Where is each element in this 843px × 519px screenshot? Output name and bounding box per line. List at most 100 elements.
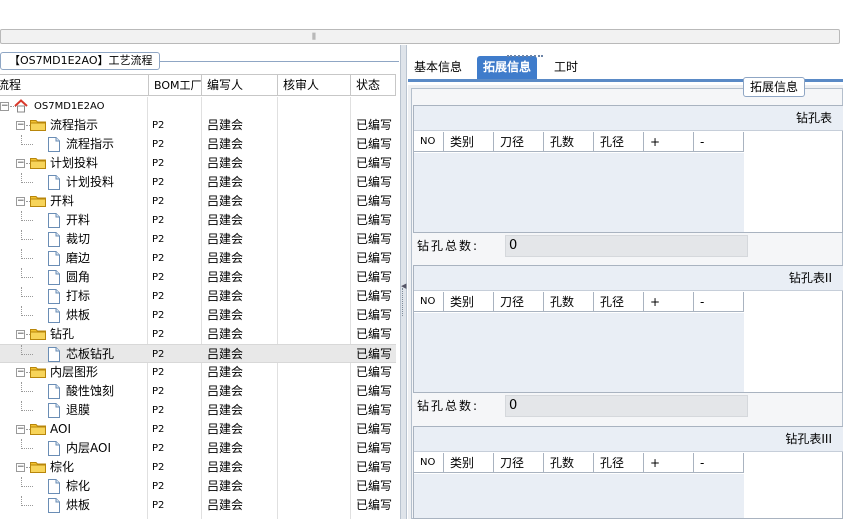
drill-remove-button[interactable]: - [694,453,744,473]
panel-splitter[interactable]: ◀ [400,45,407,519]
tab-basic-info[interactable]: 基本信息 [408,56,468,79]
column-header-status[interactable]: 状态 [351,75,396,96]
tree-node-label: 开料 [50,194,75,208]
scroll-grip-icon[interactable]: ⫼ [309,32,319,41]
extended-info-content: 拓展信息 钻孔表 NO 类别 刀径 孔数 孔径 + - 钻孔总数: 0 钻孔表I… [408,77,843,519]
drill-col-no[interactable]: NO [414,132,444,152]
status-cell: 已编写 [356,175,393,189]
collapse-toggle-icon[interactable]: − [16,425,25,434]
tree-row[interactable]: 计划投料 P2 吕建会 已编写 [0,173,396,192]
drill-table-body[interactable] [414,153,744,232]
drill-add-button[interactable]: + [644,132,694,152]
status-cell: 已编写 [356,498,393,512]
tree-row-selected[interactable]: 芯板钻孔 P2 吕建会 已编写 [0,344,396,363]
drill-remove-button[interactable]: - [694,132,744,152]
tree-connector [21,315,33,316]
drill-table-title: 钻孔表 [414,106,843,131]
tree-row[interactable]: − 计划投料 P2 吕建会 已编写 [0,154,396,173]
process-tree-grid[interactable]: − OS7MD1E2AO − 流程指示 P2 吕建会 已编写 流程指示 P2 吕建会 已编写 − 计划投… [0,97,396,519]
tab-extended-info[interactable]: 拓展信息 [477,55,543,79]
collapse-toggle-icon[interactable]: − [16,368,25,377]
tree-row[interactable]: 酸性蚀刻 P2 吕建会 已编写 [0,382,396,401]
drill-table-body[interactable] [414,474,744,518]
drill-col-hole-count[interactable]: 孔数 [544,453,594,473]
collapse-toggle-icon[interactable]: − [16,330,25,339]
author-cell: 吕建会 [207,251,244,265]
drill-col-type[interactable]: 类别 [444,132,494,152]
document-icon [48,403,60,418]
drill-table-title: 钻孔表II [414,266,843,291]
drill-total-field[interactable]: 0 [505,395,748,417]
tab-extended-info-label: 拓展信息 [483,60,532,74]
drill-col-tool-diameter[interactable]: 刀径 [494,453,544,473]
author-cell: 吕建会 [207,327,244,341]
column-header-bom[interactable]: BOM工厂 [149,75,202,96]
tree-row[interactable]: 烘板 P2 吕建会 已编写 [0,496,396,515]
tree-row[interactable]: 磨边 P2 吕建会 已编写 [0,249,396,268]
document-icon [48,289,60,304]
column-header-author[interactable]: 编写人 [202,75,278,96]
drill-col-hole-diameter[interactable]: 孔径 [594,132,644,152]
tree-row[interactable]: − 开料 P2 吕建会 已编写 [0,192,396,211]
tree-row[interactable]: 流程指示 P2 吕建会 已编写 [0,135,396,154]
drill-col-type[interactable]: 类别 [444,453,494,473]
drill-col-hole-diameter[interactable]: 孔径 [594,453,644,473]
status-cell: 已编写 [356,270,393,284]
drill-col-no[interactable]: NO [414,453,444,473]
collapse-toggle-icon[interactable]: − [16,121,25,130]
author-cell: 吕建会 [207,175,244,189]
collapse-toggle-icon[interactable]: − [0,102,9,111]
author-cell: 吕建会 [207,479,244,493]
folder-icon [30,196,46,207]
horizontal-scrollbar[interactable]: ⫼ [0,29,840,44]
drill-col-type[interactable]: 类别 [444,292,494,312]
drill-add-button[interactable]: + [644,292,694,312]
tree-row[interactable]: 打标 P2 吕建会 已编写 [0,287,396,306]
drill-table-header: NO 类别 刀径 孔数 孔径 + - [414,453,744,473]
tree-node-label: 内层AOI [66,441,111,455]
splitter-grip-icon[interactable] [402,288,405,316]
folder-icon [30,120,46,131]
tree-row[interactable]: 烘板 P2 吕建会 已编写 [0,306,396,325]
tree-row[interactable]: 退膜 P2 吕建会 已编写 [0,401,396,420]
drill-col-tool-diameter[interactable]: 刀径 [494,132,544,152]
drill-table-body[interactable] [414,313,744,392]
tree-row[interactable]: − 流程指示 P2 吕建会 已编写 [0,116,396,135]
column-header-flow[interactable]: 流程 [0,75,149,96]
document-icon [48,479,60,494]
author-cell: 吕建会 [207,289,244,303]
tree-connector [21,144,33,145]
status-cell: 已编写 [356,479,393,493]
drill-col-hole-diameter[interactable]: 孔径 [594,292,644,312]
drill-add-button[interactable]: + [644,453,694,473]
drill-total-field[interactable]: 0 [505,235,748,257]
author-cell: 吕建会 [207,118,244,132]
tree-row[interactable]: 圆角 P2 吕建会 已编写 [0,268,396,287]
drill-col-hole-count[interactable]: 孔数 [544,292,594,312]
drill-col-hole-count[interactable]: 孔数 [544,132,594,152]
drill-table-header: NO 类别 刀径 孔数 孔径 + - [414,292,744,312]
tree-row[interactable]: − 钻孔 P2 吕建会 已编写 [0,325,396,344]
author-cell [207,97,277,116]
tree-row[interactable]: − AOI P2 吕建会 已编写 [0,420,396,439]
tree-row[interactable]: − 内层图形 P2 吕建会 已编写 [0,363,396,382]
bom-cell: P2 [152,424,165,435]
drill-col-no[interactable]: NO [414,292,444,312]
column-header-reviewer[interactable]: 核审人 [278,75,351,96]
drill-col-tool-diameter[interactable]: 刀径 [494,292,544,312]
tab-work-hours[interactable]: 工时 [548,56,584,79]
tree-row[interactable]: 开料 P2 吕建会 已编写 [0,211,396,230]
collapse-toggle-icon[interactable]: − [16,159,25,168]
tree-row[interactable]: − OS7MD1E2AO [0,97,396,116]
tree-row[interactable]: 裁切 P2 吕建会 已编写 [0,230,396,249]
tree-row[interactable]: 内层AOI P2 吕建会 已编写 [0,439,396,458]
bom-cell: P2 [152,120,165,131]
drill-remove-button[interactable]: - [694,292,744,312]
collapse-toggle-icon[interactable]: − [16,197,25,206]
folder-icon [30,462,46,473]
bom-cell: P2 [152,481,165,492]
tree-row[interactable]: 棕化 P2 吕建会 已编写 [0,477,396,496]
tree-row[interactable]: − 棕化 P2 吕建会 已编写 [0,458,396,477]
bom-cell: P2 [152,329,165,340]
collapse-toggle-icon[interactable]: − [16,463,25,472]
